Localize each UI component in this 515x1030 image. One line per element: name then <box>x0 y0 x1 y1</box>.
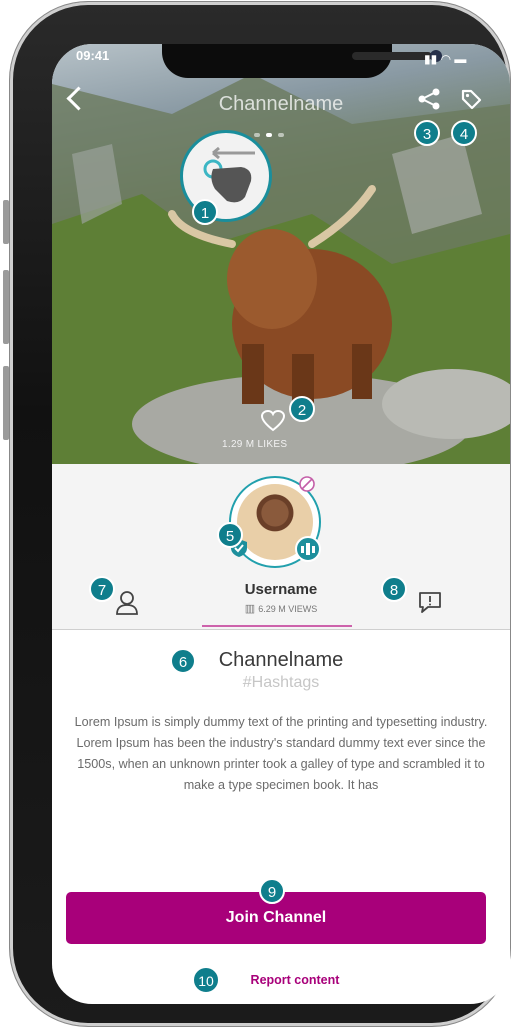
marker: 7 <box>89 576 115 602</box>
channel-description: Lorem Ipsum is simply dummy text of the … <box>74 715 488 792</box>
channel-hashtags[interactable]: #Hashtags <box>52 674 510 692</box>
share-icon[interactable] <box>417 87 441 111</box>
report-content-link[interactable]: Report content <box>52 973 510 987</box>
carousel-dot <box>278 133 284 137</box>
phone-notch <box>162 44 442 78</box>
views-label: 6.29 M VIEWS <box>258 604 318 614</box>
section-divider <box>52 629 510 630</box>
marker: 2 <box>289 396 315 422</box>
wifi-icon: ◠ <box>440 52 452 66</box>
report-content-label[interactable]: Report content <box>223 973 340 987</box>
app-screen: 09:41 ▮▮ ◠ ▬ Channelname 1.29 M LIKES 1 … <box>52 44 510 1004</box>
tag-icon[interactable] <box>460 88 482 110</box>
likes-count: 1.29 M LIKES <box>222 439 288 450</box>
marker: 6 <box>170 648 196 674</box>
active-tab-underline <box>202 625 352 627</box>
user-follow-icon[interactable] <box>115 590 139 616</box>
report-message-icon[interactable] <box>417 590 443 614</box>
marker: 5 <box>217 522 243 548</box>
marker: 1 <box>192 199 218 225</box>
speaker-grille <box>352 52 432 60</box>
bar-chart-icon: ▥ <box>244 603 256 615</box>
status-time: 09:41 <box>76 48 110 63</box>
signal-icon: ▮▮ <box>424 52 438 66</box>
marker: 9 <box>259 878 285 904</box>
channel-hero-image[interactable]: 09:41 ▮▮ ◠ ▬ Channelname 1.29 M LIKES 1 … <box>52 44 510 464</box>
header-title: Channelname <box>218 93 344 115</box>
avatar[interactable] <box>229 476 321 568</box>
marker: 10 <box>192 966 220 994</box>
marker: 8 <box>381 576 407 602</box>
live-audience-icon[interactable] <box>295 536 321 562</box>
battery-icon: ▬ <box>454 52 467 66</box>
channel-name: Channelname <box>218 649 344 671</box>
phone-frame: 09:41 ▮▮ ◠ ▬ Channelname 1.29 M LIKES 1 … <box>10 2 510 1026</box>
block-icon[interactable] <box>298 475 316 493</box>
profile-section: Username ▥ 6.29 M VIEWS 5 7 8 <box>52 464 510 629</box>
signal-wifi-battery-icons: ▮▮ ◠ ▬ <box>424 52 466 66</box>
marker: 4 <box>451 120 477 146</box>
marker: 3 <box>414 120 440 146</box>
heart-icon[interactable] <box>260 409 286 433</box>
